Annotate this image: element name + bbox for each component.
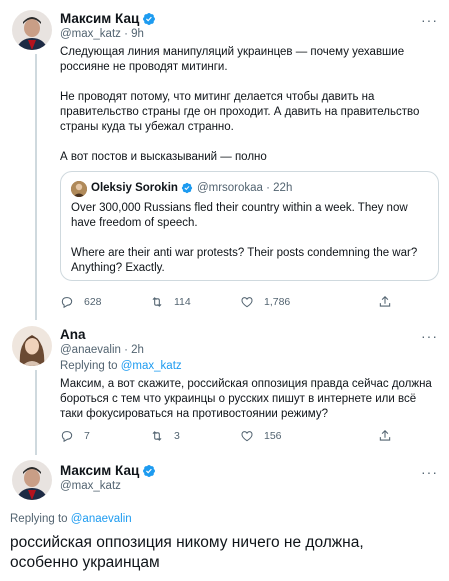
like-button[interactable]: 156 — [240, 429, 330, 443]
heart-icon — [241, 431, 253, 442]
reply-count: 628 — [84, 296, 102, 308]
share-icon — [379, 430, 391, 441]
more-options-icon[interactable]: ··· — [421, 12, 438, 28]
handle-time[interactable]: @anaevalin · 2h — [60, 344, 144, 356]
share-button[interactable] — [378, 295, 402, 309]
retweet-button[interactable]: 114 — [150, 295, 240, 309]
verified-badge-icon — [143, 464, 156, 477]
tweet2-header: Ana — [60, 327, 86, 342]
tweet1-actions: 628 114 1,786 — [60, 295, 402, 309]
share-button[interactable] — [378, 429, 402, 443]
retweet-button[interactable]: 3 — [150, 429, 240, 443]
quote-display-name: Oleksiy Sorokin — [91, 182, 178, 194]
replying-to: Replying to @anaevalin — [10, 513, 132, 525]
reply-icon — [61, 297, 73, 309]
replying-handle[interactable]: @anaevalin — [71, 513, 132, 525]
tweet-text: Максим, а вот скажите, российская оппози… — [60, 378, 432, 420]
replying-label: Replying to — [10, 513, 68, 525]
retweet-icon — [152, 431, 162, 441]
quote-header: Oleksiy Sorokin @mrsorokaa · 22h — [91, 182, 292, 194]
retweet-count: 3 — [174, 430, 180, 442]
tweet-text: Следующая линия манипуляций украинцев — … — [60, 46, 420, 163]
tweet1-header: Максим Кац — [60, 11, 156, 26]
tweet2-actions: 7 3 156 — [60, 429, 402, 443]
quote-text: Over 300,000 Russians fled their country… — [71, 202, 418, 274]
more-options-icon[interactable]: ··· — [421, 464, 438, 480]
reply-icon — [61, 431, 73, 443]
replying-label: Replying to — [60, 360, 118, 372]
reply-count: 7 — [84, 430, 90, 442]
replying-handle[interactable]: @max_katz — [121, 360, 182, 372]
replying-to: Replying to @max_katz — [60, 360, 182, 372]
display-name[interactable]: Максим Кац — [60, 463, 139, 478]
thread-line — [35, 370, 37, 455]
thread-line — [35, 54, 37, 320]
handle-time[interactable]: @max_katz · 9h — [60, 28, 144, 40]
verified-badge-icon — [181, 182, 193, 194]
share-icon — [379, 296, 391, 307]
quote-handle-time: @mrsorokaa · 22h — [196, 182, 293, 194]
heart-icon — [241, 297, 253, 308]
reply-button[interactable]: 628 — [60, 295, 150, 309]
retweet-count: 114 — [174, 296, 191, 308]
quoted-tweet[interactable]: Oleksiy Sorokin @mrsorokaa · 22h Over 30… — [60, 171, 439, 281]
display-name[interactable]: Максим Кац — [60, 11, 139, 26]
like-button[interactable]: 1,786 — [240, 295, 330, 309]
tweet-text: российская оппозиция никому ничего не до… — [10, 534, 364, 571]
like-count: 156 — [264, 430, 282, 442]
like-count: 1,786 — [264, 296, 291, 308]
avatar-max-katz[interactable] — [12, 10, 52, 50]
reply-button[interactable]: 7 — [60, 429, 150, 443]
more-options-icon[interactable]: ··· — [421, 328, 438, 344]
handle[interactable]: @max_katz — [60, 480, 121, 492]
avatar-ana[interactable] — [12, 326, 52, 366]
avatar-max-katz[interactable] — [12, 460, 52, 500]
display-name[interactable]: Ana — [60, 327, 86, 342]
retweet-icon — [152, 297, 162, 307]
verified-badge-icon — [143, 12, 156, 25]
quote-avatar — [71, 181, 87, 197]
tweet3-header: Максим Кац — [60, 463, 156, 478]
